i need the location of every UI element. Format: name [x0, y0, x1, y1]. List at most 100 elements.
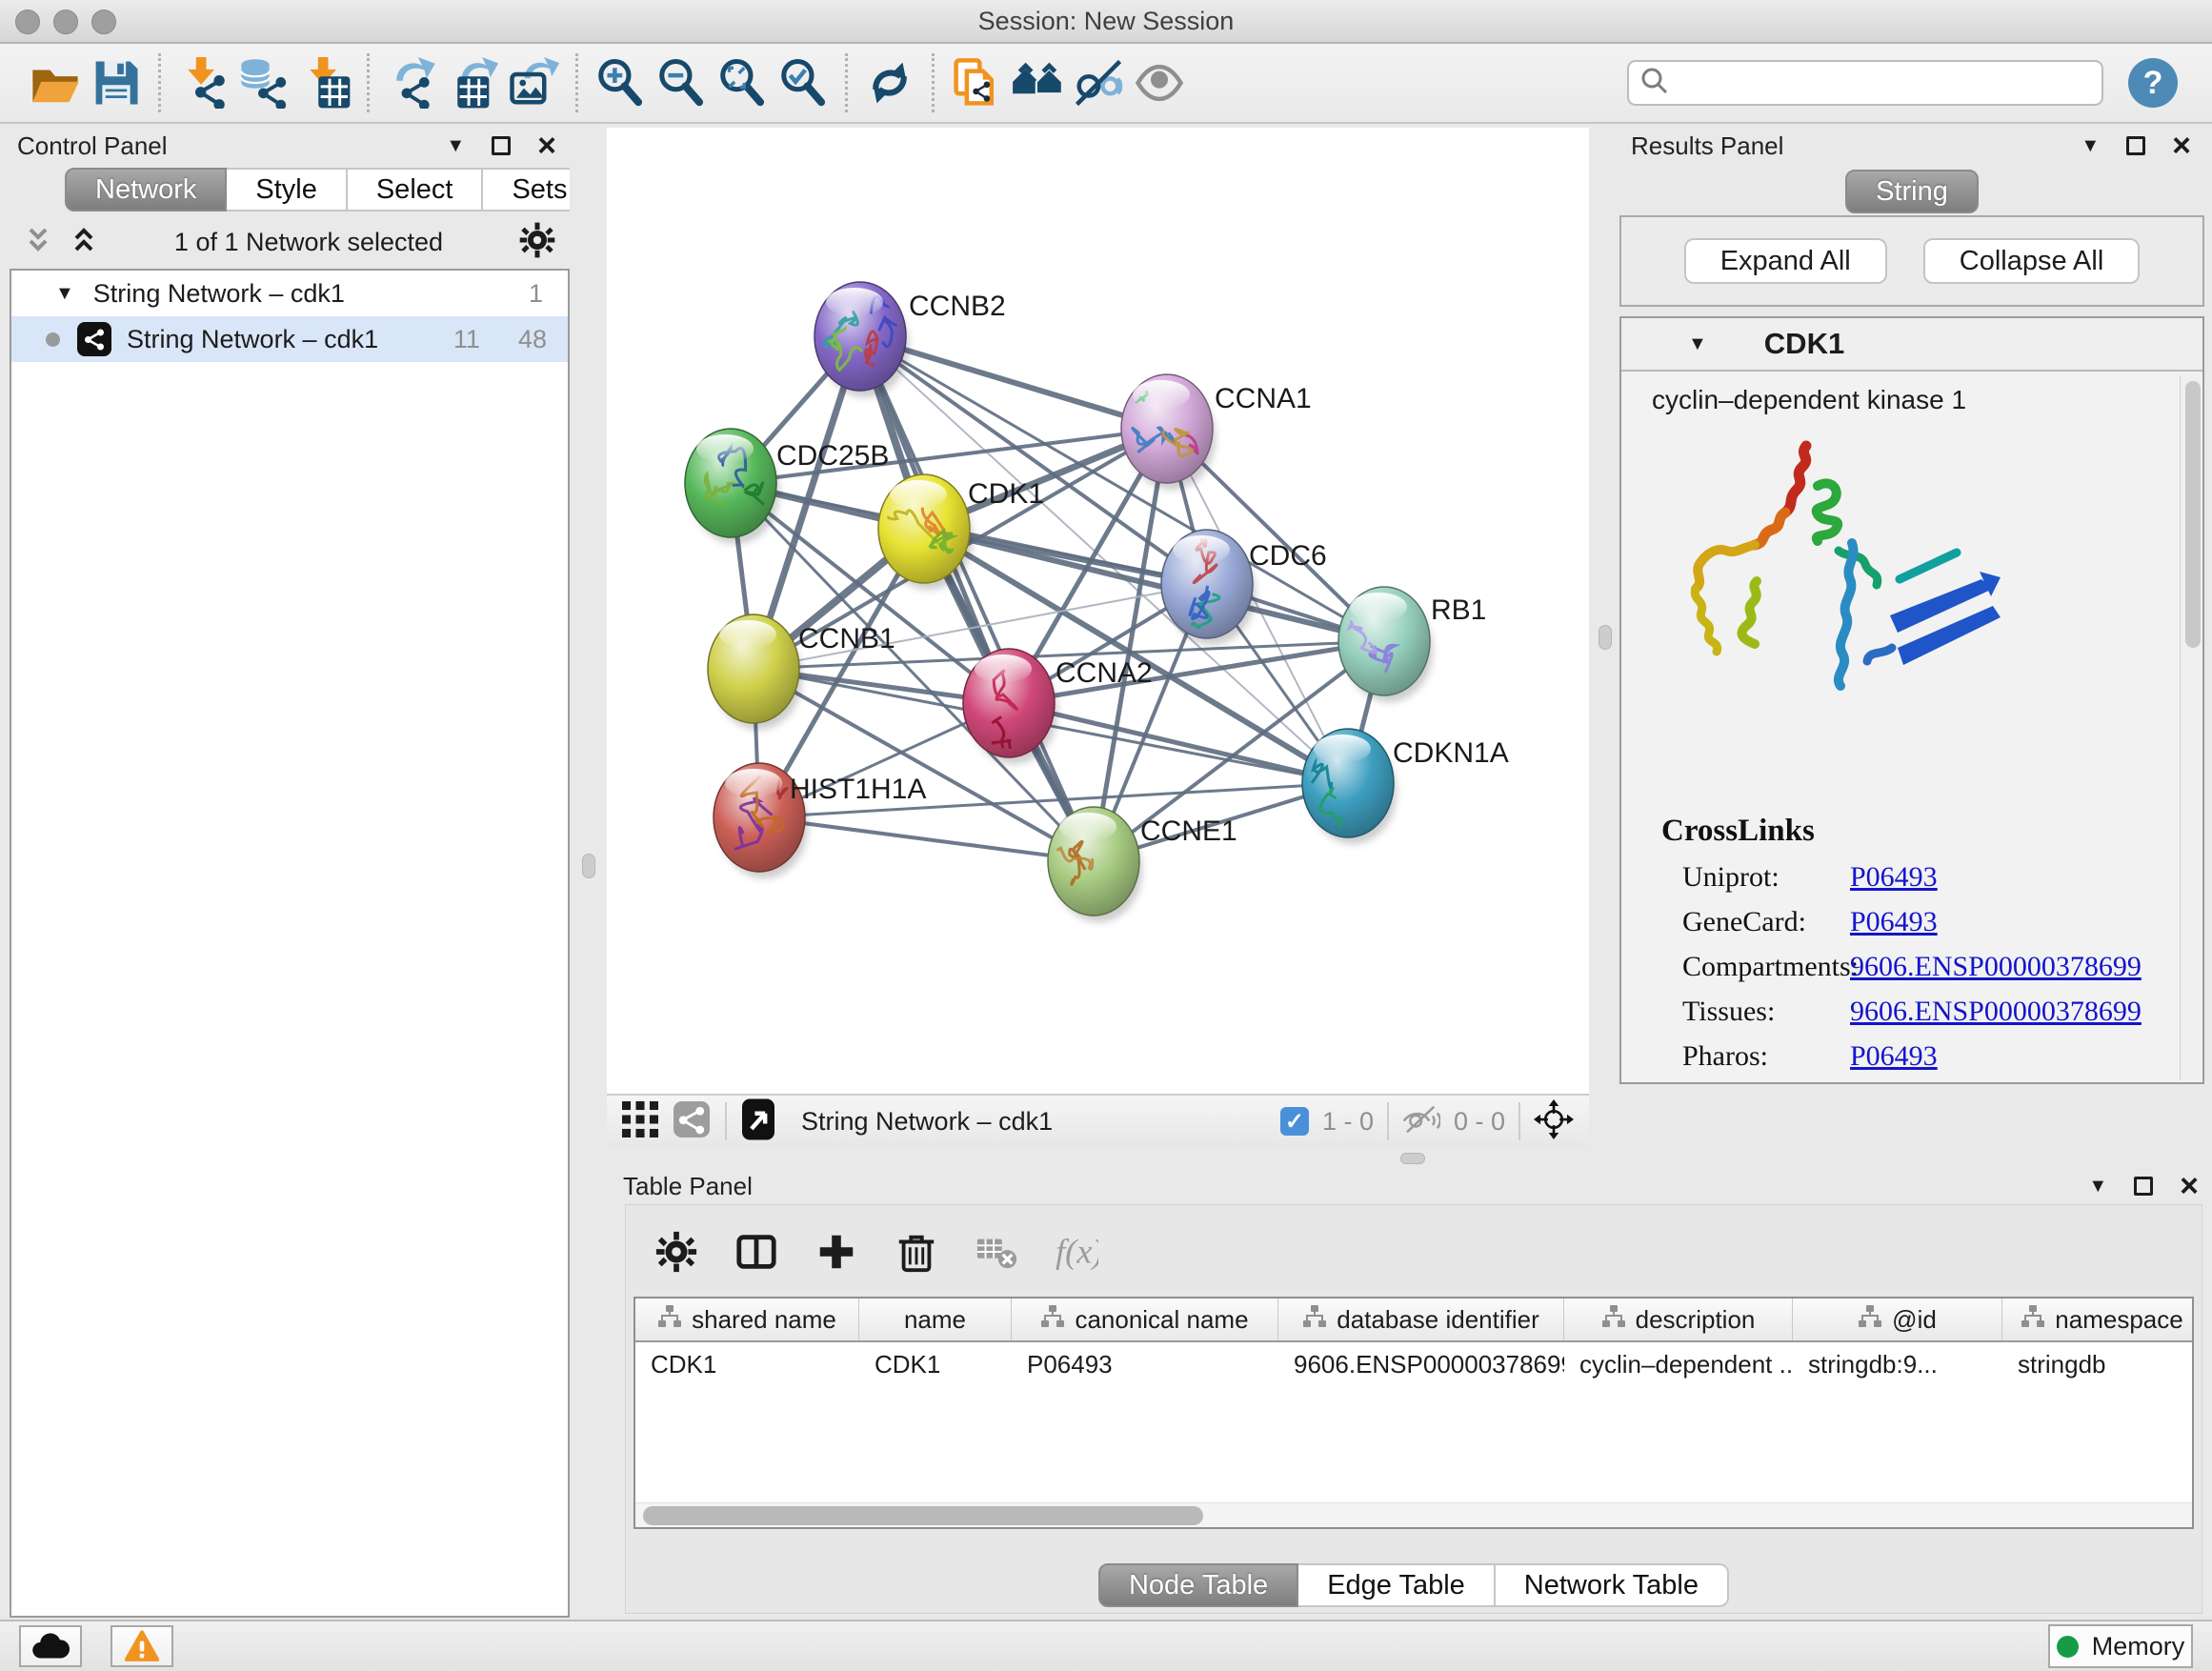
- column-header-name[interactable]: name: [859, 1299, 1012, 1340]
- cloud-status-button[interactable]: [19, 1625, 82, 1667]
- tab-edge-table[interactable]: Edge Table: [1298, 1563, 1496, 1607]
- results-panel-close-button[interactable]: ×: [2172, 136, 2191, 155]
- collection-expand-icon[interactable]: ▼: [55, 283, 74, 305]
- search-input[interactable]: [1671, 69, 2092, 98]
- column-header-canonical-name[interactable]: canonical name: [1012, 1299, 1278, 1340]
- results-panel-chevron-down-icon[interactable]: ▼: [2081, 135, 2100, 157]
- network-options-gear-icon[interactable]: [518, 221, 556, 264]
- string-hide-glasses-button[interactable]: [1068, 52, 1129, 113]
- column-header-database-identifier[interactable]: database identifier: [1278, 1299, 1564, 1340]
- right-splitter-handle[interactable]: [1599, 625, 1612, 650]
- network-node-CCNA2[interactable]: CCNA2: [963, 649, 1153, 764]
- gear-icon[interactable]: [654, 1230, 698, 1278]
- delete-column-icon[interactable]: [895, 1230, 938, 1278]
- node-details-chevron-icon[interactable]: ▼: [1688, 333, 1707, 355]
- export-image-button[interactable]: [503, 52, 564, 113]
- warning-status-button[interactable]: [111, 1625, 173, 1667]
- network-canvas[interactable]: CCNB2CCNA1CDC25BCDK1CDC6RB1CCNB1CCNA2CDK…: [607, 128, 1589, 1094]
- crosslink-label: Pharos:: [1661, 1040, 1850, 1073]
- import-network-button[interactable]: [172, 52, 233, 113]
- minimize-window-button[interactable]: [53, 10, 78, 34]
- search-box[interactable]: [1627, 60, 2103, 106]
- crosslink-link[interactable]: P06493: [1850, 861, 1938, 894]
- crosslink-link[interactable]: P06493: [1850, 906, 1938, 938]
- tab-node-table[interactable]: Node Table: [1098, 1563, 1298, 1607]
- import-network-from-database-button[interactable]: [233, 52, 294, 113]
- control-panel-float-button[interactable]: [492, 136, 511, 155]
- crosslink-link[interactable]: 9606.ENSP00000378699: [1850, 951, 2142, 983]
- network-node-RB1[interactable]: RB1: [1330, 587, 1486, 702]
- export-network-button[interactable]: [381, 52, 442, 113]
- tab-select[interactable]: Select: [348, 168, 484, 211]
- tab-string[interactable]: String: [1845, 170, 1979, 213]
- fit-selection-crosshair-icon[interactable]: [1534, 1099, 1574, 1144]
- collapse-all-networks-icon[interactable]: [23, 225, 53, 260]
- network-node-CCNE1[interactable]: CCNE1: [1048, 807, 1237, 922]
- left-splitter-handle[interactable]: [582, 854, 595, 878]
- table-row[interactable]: CDK1CDK1P064939606.ENSP00000378699cyclin…: [635, 1342, 2192, 1386]
- tab-network-table[interactable]: Network Table: [1496, 1563, 1729, 1607]
- network-node-CDC6[interactable]: CDC6: [1161, 530, 1327, 645]
- import-table-button[interactable]: [294, 52, 355, 113]
- network-collection-row[interactable]: ▼ String Network – cdk1 1: [11, 271, 568, 316]
- results-panel-float-button[interactable]: [2126, 136, 2145, 155]
- network-node-CCNB1[interactable]: CCNB1: [708, 614, 895, 730]
- grid-view-icon[interactable]: [622, 1101, 658, 1142]
- birds-eye-view-icon[interactable]: [742, 1098, 774, 1145]
- column-header-@id[interactable]: @id: [1793, 1299, 2002, 1340]
- string-eye-button[interactable]: [1129, 52, 1190, 113]
- collapse-all-button[interactable]: Collapse All: [1923, 238, 2141, 284]
- table-panel-float-button[interactable]: [2134, 1177, 2153, 1196]
- table-scrollbar-thumb[interactable]: [643, 1506, 1203, 1525]
- network-edge[interactable]: [1009, 703, 1348, 783]
- export-table-button[interactable]: [442, 52, 503, 113]
- results-scrollbar-thumb[interactable]: [2185, 381, 2201, 648]
- table-horizontal-scrollbar[interactable]: [635, 1502, 2192, 1527]
- tab-style[interactable]: Style: [227, 168, 347, 211]
- network-node-HIST1H1A[interactable]: HIST1H1A: [714, 756, 926, 878]
- network-graph[interactable]: CCNB2CCNA1CDC25BCDK1CDC6RB1CCNB1CCNA2CDK…: [607, 128, 1589, 1094]
- table-panel-close-button[interactable]: ×: [2180, 1177, 2199, 1196]
- maximize-window-button[interactable]: [91, 10, 116, 34]
- split-columns-icon[interactable]: [734, 1230, 778, 1278]
- string-copy-network-button[interactable]: [946, 52, 1007, 113]
- control-panel-close-button[interactable]: ×: [537, 136, 556, 155]
- open-session-button[interactable]: [25, 52, 86, 113]
- close-window-button[interactable]: [15, 10, 40, 34]
- memory-button[interactable]: Memory: [2048, 1624, 2193, 1668]
- table-panel-chevron-down-icon[interactable]: ▼: [2088, 1176, 2107, 1198]
- node-details-header[interactable]: ▼ CDK1: [1621, 318, 2202, 372]
- node-label: CCNA2: [1056, 657, 1153, 689]
- network-node-CCNB2[interactable]: CCNB2: [807, 282, 1006, 397]
- network-node-CDKN1A[interactable]: CDKN1A: [1302, 729, 1509, 846]
- expand-all-button[interactable]: Expand All: [1684, 238, 1887, 284]
- string-view-icon[interactable]: [674, 1101, 710, 1142]
- help-button[interactable]: ?: [2128, 58, 2178, 108]
- column-header-shared-name[interactable]: shared name: [635, 1299, 859, 1340]
- tab-network[interactable]: Network: [65, 168, 227, 211]
- save-session-button[interactable]: [86, 52, 147, 113]
- refresh-view-button[interactable]: [859, 52, 920, 113]
- crosslink-link[interactable]: P06493: [1850, 1040, 1938, 1073]
- right-splitter[interactable]: [1589, 128, 1619, 1094]
- column-header-namespace[interactable]: namespace: [2002, 1299, 2194, 1340]
- add-column-icon[interactable]: [814, 1230, 858, 1278]
- delete-table-icon[interactable]: [975, 1230, 1018, 1278]
- zoom-selected-button[interactable]: [773, 52, 834, 113]
- network-edge[interactable]: [759, 817, 1094, 861]
- selected-checkbox-icon[interactable]: ✓: [1280, 1107, 1309, 1136]
- left-splitter[interactable]: [570, 128, 607, 1094]
- zoom-out-button[interactable]: [651, 52, 712, 113]
- crosslink-link[interactable]: 9606.ENSP00000378699: [1850, 996, 2142, 1028]
- node-label: CDKN1A: [1393, 737, 1509, 769]
- zoom-fit-content-button[interactable]: [712, 52, 773, 113]
- column-header-description[interactable]: description: [1564, 1299, 1793, 1340]
- string-homes-button[interactable]: [1007, 52, 1068, 113]
- function-icon[interactable]: f(x): [1055, 1230, 1098, 1278]
- network-node-CDK1[interactable]: CDK1: [868, 474, 1044, 590]
- control-panel-chevron-down-icon[interactable]: ▼: [446, 135, 465, 157]
- network-row[interactable]: String Network – cdk1 11 48: [11, 316, 568, 362]
- expand-all-networks-icon[interactable]: [69, 225, 99, 260]
- zoom-in-button[interactable]: [590, 52, 651, 113]
- horizontal-splitter-handle[interactable]: [1400, 1153, 1425, 1164]
